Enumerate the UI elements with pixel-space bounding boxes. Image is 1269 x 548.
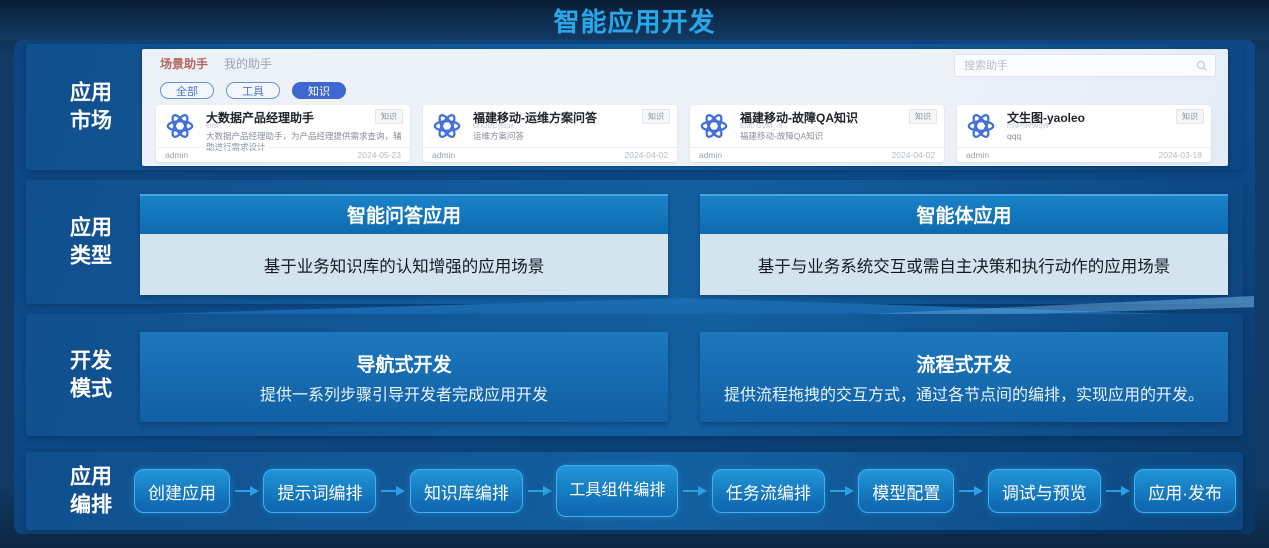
card-tag-badge: 知识 [1176,109,1204,124]
filter-knowledge[interactable]: 知识 [292,82,346,99]
flow-arrow-icon [683,485,707,497]
card-subtitle: krist [206,123,219,130]
card-date: 2024-04-02 [892,150,935,160]
assistant-logo-icon [698,110,730,142]
section-dev-modes: 开发 模式 导航式开发 提供一系列步骤引导开发者完成应用开发 流程式开发 提供流… [26,314,1243,436]
card-tag-badge: 知识 [909,109,937,124]
step-app-publish[interactable]: 应用·发布 [1134,469,1236,513]
mode-box-title: 流程式开发 [916,350,1011,377]
page-title: 智能应用开发 [553,2,715,39]
section-orchestration: 应用 编排 创建应用 提示词编排 知识库编排 工具组件编排 [26,452,1243,530]
mode-box-flow: 流程式开发 提供流程拖拽的交互方式，通过各节点间的编排，实现应用的开发。 [700,332,1228,422]
card-owner: admin [966,150,989,160]
card-subtitle: EMc-GVM_-9 [740,123,782,130]
card-owner: admin [165,150,188,160]
search-icon[interactable] [1196,60,1208,72]
filter-pills: 全部 工具 知识 [160,82,346,99]
flow-arrow-icon [1106,485,1130,497]
card-date: 2024-03-18 [1159,150,1202,160]
section-label-dev-modes: 开发 模式 [70,347,112,402]
card-footer: admin 2024-04-02 [690,147,944,162]
card-tag-badge: 知识 [375,109,403,124]
assistant-card[interactable]: 文生图-yaoleo 知识 mNPSVWqW qqq admin 2024-03… [957,105,1211,162]
step-taskflow-orchestration[interactable]: 任务流编排 [712,469,825,513]
section-label-line: 开发 [70,347,112,375]
main-panel: 应用 市场 场景助手 我的助手 全部 工具 [14,40,1255,534]
assistant-logo-icon [965,110,997,142]
tab-my-assistant[interactable]: 我的助手 [224,55,272,72]
type-box-body: 基于业务知识库的认知增强的应用场景 [140,234,668,295]
card-date: 2024-04-02 [625,150,668,160]
type-box-agent: 智能体应用 基于与业务系统交互或需自主决策和执行动作的应用场景 [700,194,1228,295]
section-label-line: 应用 [70,79,112,107]
step-tool-component-orchestration[interactable]: 工具组件编排 [556,465,678,517]
section-label-line: 应用 [70,214,112,242]
step-create-app[interactable]: 创建应用 [134,469,230,513]
card-subtitle: UnOUCyfsuit [473,123,514,130]
search-input[interactable] [962,59,1196,73]
type-box-qa: 智能问答应用 基于业务知识库的认知增强的应用场景 [140,194,668,295]
card-date: 2024-05-23 [358,150,401,160]
flow-arrow-icon [830,485,854,497]
card-subtitle: mNPSVWqW [1007,123,1049,130]
section-label-line: 编排 [70,491,112,519]
title-bar: 智能应用开发 [0,0,1269,40]
section-label-app-market: 应用 市场 [70,79,112,134]
section-label-line: 市场 [70,107,112,135]
tab-scene-assistant[interactable]: 场景助手 [160,55,208,72]
step-model-config[interactable]: 模型配置 [858,469,954,513]
card-description: 福建移动-故障QA知识 [740,131,936,142]
card-footer: admin 2024-05-23 [156,147,410,162]
marketplace-screenshot: 场景助手 我的助手 全部 工具 知识 [142,49,1228,166]
mode-box-guided: 导航式开发 提供一系列步骤引导开发者完成应用开发 [140,332,668,422]
search-box [954,54,1216,77]
assistant-card[interactable]: 福建移动-故障QA知识 知识 EMc-GVM_-9 福建移动-故障QA知识 ad… [690,105,944,162]
card-footer: admin 2024-03-18 [957,147,1211,162]
flow-arrow-icon [959,485,983,497]
flow-arrow-icon [235,485,259,497]
infographic-canvas: 智能应用开发 应用 市场 场景助手 我的助手 [0,0,1269,548]
section-label-line: 类型 [70,242,112,270]
section-app-types: 应用 类型 智能问答应用 基于业务知识库的认知增强的应用场景 智能体应用 基于与… [26,180,1243,304]
marketplace-tabs: 场景助手 我的助手 [160,55,272,72]
section-label-line: 应用 [70,463,112,491]
orchestration-flow: 创建应用 提示词编排 知识库编排 工具组件编排 任务流编排 [134,452,1236,530]
card-tag-badge: 知识 [642,109,670,124]
flow-arrow-icon [381,485,405,497]
section-label-orchestration: 应用 编排 [70,463,112,518]
type-box-body: 基于与业务系统交互或需自主决策和执行动作的应用场景 [700,234,1228,295]
filter-tools[interactable]: 工具 [226,82,280,99]
type-box-header: 智能体应用 [700,194,1228,234]
step-prompt-orchestration[interactable]: 提示词编排 [263,469,376,513]
assistant-logo-icon [431,110,463,142]
step-knowledge-orchestration[interactable]: 知识库编排 [410,469,523,513]
card-owner: admin [432,150,455,160]
mode-box-title: 导航式开发 [356,350,451,377]
card-description: 运维方案问答 [473,131,669,142]
section-label-app-types: 应用 类型 [70,214,112,269]
assistant-card[interactable]: 大数据产品经理助手 知识 krist 大数据产品经理助手，为产品经理提供需求查询… [156,105,410,162]
filter-all[interactable]: 全部 [160,82,214,99]
section-app-market: 应用 市场 场景助手 我的助手 全部 工具 [26,44,1243,170]
card-footer: admin 2024-04-02 [423,147,677,162]
assistant-logo-icon [164,110,196,142]
step-debug-preview[interactable]: 调试与预览 [988,469,1101,513]
mode-box-desc: 提供流程拖拽的交互方式，通过各节点间的编排，实现应用的开发。 [724,381,1204,405]
assistant-card[interactable]: 福建移动-运维方案问答 知识 UnOUCyfsuit 运维方案问答 admin … [423,105,677,162]
section-label-line: 模式 [70,375,112,403]
flow-arrow-icon [528,485,552,497]
card-owner: admin [699,150,722,160]
type-box-header: 智能问答应用 [140,194,668,234]
card-description: qqq [1007,131,1203,142]
mode-box-desc: 提供一系列步骤引导开发者完成应用开发 [260,381,548,405]
card-title: 大数据产品经理助手 [206,109,314,126]
assistant-card-list: 大数据产品经理助手 知识 krist 大数据产品经理助手，为产品经理提供需求查询… [156,105,1211,162]
